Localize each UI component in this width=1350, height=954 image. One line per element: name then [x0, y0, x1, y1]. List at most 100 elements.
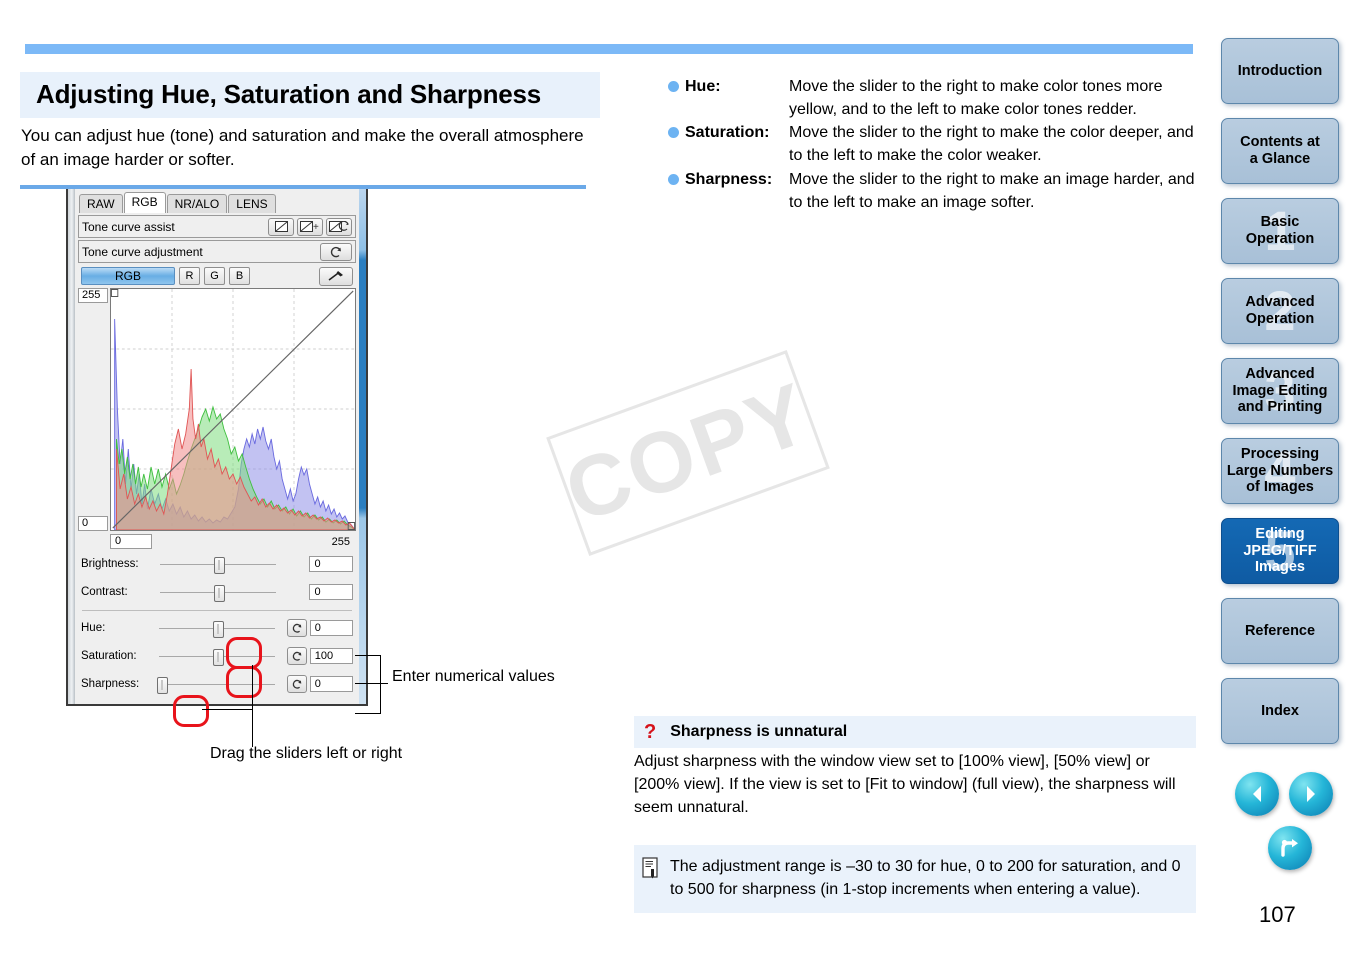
channel-r-button[interactable]: R [179, 267, 200, 285]
sidebar-item-label: Index [1261, 702, 1299, 719]
sharpness-knob[interactable] [157, 677, 169, 694]
tip-body: Adjust sharpness with the window view se… [634, 753, 1176, 817]
channel-g-button[interactable]: G [204, 267, 225, 285]
definition-desc-hue: Move the slider to the right to make col… [789, 78, 1163, 118]
tab-rgb[interactable]: RGB [123, 192, 166, 213]
sidebar-item-advanced-operation[interactable]: 2 Advanced Operation [1221, 278, 1339, 344]
page-title: Adjusting Hue, Saturation and Sharpness [20, 72, 600, 118]
axis-min-value: 0 [78, 516, 108, 531]
histogram-canvas[interactable] [110, 288, 356, 531]
definition-sharpness: Sharpness: Move the slider to the right … [668, 169, 1198, 214]
return-to-previous-button[interactable] [1268, 826, 1312, 870]
palette-tabs: RAW RGB NR/ALO LENS [76, 188, 358, 213]
hue-knob[interactable] [213, 621, 225, 638]
page-number: 107 [1259, 902, 1296, 927]
slider-row-brightness: Brightness: 0 [78, 550, 356, 578]
tone-curve-undo-icon[interactable] [320, 242, 352, 261]
hue-value[interactable]: 0 [309, 620, 353, 636]
definition-list: Hue: Move the slider to the right to mak… [668, 76, 1198, 214]
callout-enter-numerical-values: Enter numerical values [392, 668, 555, 685]
tool-palette-figure: RAW RGB NR/ALO LENS Tone curve assist + … [66, 186, 368, 706]
sidebar-item-introduction[interactable]: Introduction [1221, 38, 1339, 104]
slider-row-hue: Hue: 0 [78, 614, 356, 642]
page-nav-controls [1235, 772, 1345, 870]
tab-nr-alo[interactable]: NR/ALO [166, 194, 228, 213]
saturation-knob[interactable] [213, 649, 225, 666]
range-row: 0 255 [110, 533, 356, 550]
note-text: The adjustment range is –30 to 30 for hu… [670, 858, 1181, 899]
definition-saturation: Saturation: Move the slider to the right… [668, 122, 1198, 167]
brightness-knob[interactable] [213, 557, 225, 574]
saturation-slider[interactable] [159, 647, 276, 666]
left-column: Adjusting Hue, Saturation and Sharpness … [20, 72, 600, 190]
tone-curve-reset-icon[interactable] [326, 217, 352, 236]
sidebar-item-basic-operation[interactable]: 1 Basic Operation [1221, 198, 1339, 264]
callout-line-num-stub [368, 683, 388, 684]
brightness-value[interactable]: 0 [309, 556, 353, 572]
sharpness-reset-icon[interactable] [286, 675, 307, 693]
chevron-left-icon [1253, 786, 1261, 802]
channel-b-button[interactable]: B [229, 267, 250, 285]
sidebar-item-label: Contents at a Glance [1240, 134, 1320, 167]
sidebar-item-editing-jpeg-tiff-images[interactable]: 5 Editing JPEG/TIFF Images [1221, 518, 1339, 584]
palette-scrollbar[interactable] [359, 188, 366, 704]
tone-curve-adjustment-label: Tone curve adjustment [82, 244, 203, 259]
tone-curve-assist-row: Tone curve assist + [78, 215, 356, 238]
sidebar-item-advanced-image-editing-and-printing[interactable]: 3 Advanced Image Editing and Printing [1221, 358, 1339, 424]
sidebar-nav: Introduction Contents at a Glance 1 Basic… [1221, 38, 1345, 758]
right-column: Hue: Move the slider to the right to mak… [668, 76, 1198, 215]
hue-reset-icon[interactable] [286, 619, 307, 637]
hue-slider[interactable] [159, 619, 276, 638]
eyedropper-icon[interactable] [319, 266, 353, 286]
tab-raw[interactable]: RAW [79, 194, 123, 213]
definition-desc-sharpness: Move the slider to the right to make an … [789, 170, 1195, 211]
tone-curve-icon[interactable] [268, 217, 294, 236]
sharpness-slider[interactable] [157, 675, 276, 694]
curve-axis-column: 255 0 [78, 288, 110, 531]
sidebar-item-label: Editing JPEG/TIFF Images [1243, 525, 1317, 576]
tip-box: ? Sharpness is unnatural [634, 716, 1196, 748]
brightness-slider[interactable] [159, 555, 276, 574]
previous-page-button[interactable] [1235, 772, 1279, 816]
tab-lens[interactable]: LENS [228, 194, 276, 213]
callout-line-num-3 [355, 713, 381, 714]
sidebar-item-processing-large-numbers-of-images[interactable]: 4 Processing Large Numbers of Images [1221, 438, 1339, 504]
copy-watermark: COPY [546, 350, 830, 556]
next-page-button[interactable] [1289, 772, 1333, 816]
contrast-label: Contrast: [81, 586, 128, 598]
range-min-input[interactable]: 0 [110, 534, 152, 549]
callout-line-drag-1 [202, 709, 252, 710]
contrast-slider[interactable] [159, 583, 276, 602]
channel-rgb-button[interactable]: RGB [81, 267, 175, 285]
bullet-icon [668, 81, 679, 92]
sidebar-item-index[interactable]: Index [1221, 678, 1339, 744]
bullet-icon [668, 173, 679, 185]
question-mark-icon: ? [644, 721, 657, 743]
tone-curve-assist-label: Tone curve assist [82, 219, 175, 234]
sidebar-item-label: Basic Operation [1245, 214, 1315, 247]
callout-line-num-1 [355, 655, 381, 656]
range-max-value: 255 [331, 535, 350, 548]
tone-curve-plus-icon[interactable]: + [297, 217, 323, 236]
saturation-reset-icon[interactable] [286, 647, 307, 665]
sharpness-label: Sharpness: [81, 678, 140, 690]
palette-left-edge [68, 188, 75, 704]
palette-divider [82, 610, 352, 611]
chevron-right-icon [1307, 786, 1315, 802]
saturation-label: Saturation: [81, 650, 137, 662]
saturation-value[interactable]: 100 [309, 648, 353, 664]
definition-term-saturation: Saturation: [685, 124, 770, 142]
contrast-value[interactable]: 0 [309, 584, 353, 600]
sharpness-value[interactable]: 0 [309, 676, 353, 692]
sidebar-item-contents-at-a-glance[interactable]: Contents at a Glance [1221, 118, 1339, 184]
sidebar-item-label: Introduction [1237, 62, 1323, 79]
sidebar-item-reference[interactable]: Reference [1221, 598, 1339, 664]
note-icon [642, 857, 660, 901]
page-nav-arrow-row [1235, 772, 1345, 816]
brightness-label: Brightness: [81, 558, 139, 570]
slider-row-sharpness: Sharpness: 0 [78, 670, 356, 698]
note-box: The adjustment range is –30 to 30 for hu… [634, 845, 1196, 914]
contrast-knob[interactable] [213, 585, 225, 602]
callout-line-drag-vert2 [252, 665, 253, 747]
definition-hue: Hue: Move the slider to the right to mak… [668, 76, 1198, 121]
